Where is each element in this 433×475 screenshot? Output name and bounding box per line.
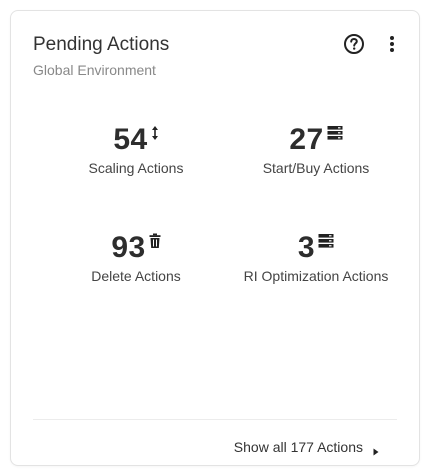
footer-divider: [33, 419, 397, 420]
kebab-menu-icon[interactable]: [387, 33, 397, 55]
metric-value-row: 93: [111, 231, 161, 265]
metric-start-buy-actions[interactable]: 27 Start/Buy Actions: [221, 123, 411, 177]
metric-delete-actions[interactable]: 93 Delete Actions: [41, 231, 231, 285]
metric-scaling-actions[interactable]: 54 Scaling Actions: [41, 123, 231, 177]
scale-arrows-icon: [151, 125, 159, 146]
metric-label[interactable]: RI Optimization Actions: [221, 267, 411, 285]
metric-label[interactable]: Start/Buy Actions: [221, 159, 411, 177]
caret-right-icon: [373, 443, 379, 456]
help-circle-icon[interactable]: [343, 33, 365, 55]
metric-value: 27: [289, 123, 324, 156]
metric-ri-optimization-actions[interactable]: 3 RI Optimization Actions: [221, 231, 411, 285]
card-subtitle: Global Environment: [33, 62, 156, 78]
metric-value-row: 3: [298, 231, 334, 265]
trash-icon: [149, 233, 161, 254]
header-icons: [343, 33, 397, 55]
show-all-actions-link[interactable]: Show all 177 Actions: [233, 439, 379, 456]
pending-actions-card: Pending Actions Global Environment 54 Sc…: [10, 10, 420, 466]
page: Pending Actions Global Environment 54 Sc…: [0, 0, 433, 475]
metric-label[interactable]: Scaling Actions: [41, 159, 231, 177]
card-header: Pending Actions Global Environment: [33, 33, 397, 93]
metric-value: 54: [113, 123, 148, 156]
metric-value: 93: [111, 231, 146, 264]
metric-value: 3: [297, 231, 316, 264]
metric-value-row: 27: [289, 123, 343, 157]
server-stack-icon: [318, 233, 334, 254]
metric-value-row: 54: [113, 123, 158, 157]
server-stack-icon: [327, 125, 343, 146]
show-all-actions-label: Show all 177 Actions: [233, 439, 363, 455]
metric-label[interactable]: Delete Actions: [41, 267, 231, 285]
